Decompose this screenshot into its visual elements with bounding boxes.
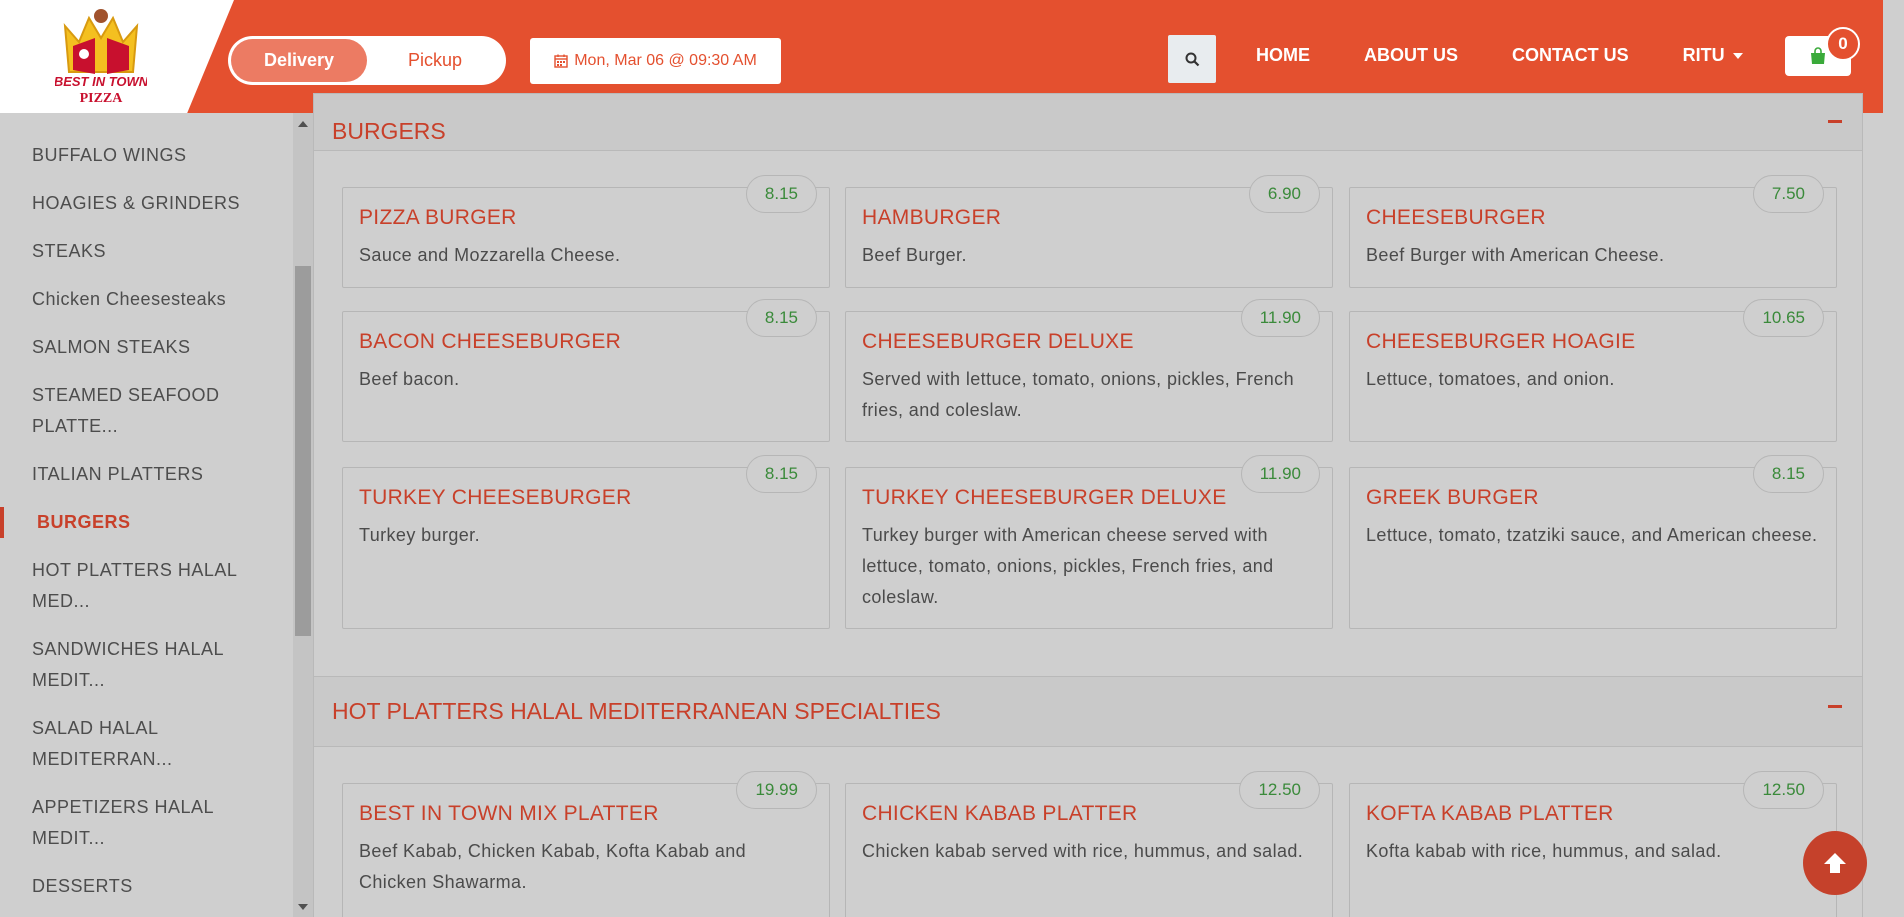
sidebar-item-hoagies-grinders[interactable]: HOAGIES & GRINDERS <box>0 188 265 219</box>
search-button[interactable] <box>1168 35 1216 83</box>
item-name: TURKEY CHEESEBURGER <box>359 486 632 509</box>
item-description: Turkey burger with American cheese serve… <box>862 525 1274 607</box>
schedule-datetime-button[interactable]: Mon, Mar 06 @ 09:30 AM <box>530 38 781 84</box>
item-name: PIZZA BURGER <box>359 206 517 229</box>
user-name: RITU <box>1682 44 1725 65</box>
sidebar-item-buffalo-wings[interactable]: BUFFALO WINGS <box>0 140 265 171</box>
price-badge: 6.90 <box>1248 175 1320 213</box>
sidebar-item-burgers[interactable]: BURGERS <box>0 507 265 538</box>
nav-about-us[interactable]: ABOUT US <box>1337 45 1485 66</box>
sidebar-item-italian-platters[interactable]: ITALIAN PLATTERS <box>0 459 265 490</box>
menu-item-card[interactable]: 8.15 TURKEY CHEESEBURGER Turkey burger. <box>342 455 830 629</box>
sidebar-item-steamed-seafood[interactable]: STEAMED SEAFOOD PLATTE... <box>0 380 265 442</box>
item-description: Beef Burger. <box>862 245 967 265</box>
item-name: CHICKEN KABAB PLATTER <box>862 802 1138 825</box>
item-name: HAMBURGER <box>862 206 1002 229</box>
item-description: Served with lettuce, tomato, onions, pic… <box>862 369 1294 420</box>
sidebar-item-chicken-cheesesteaks[interactable]: Chicken Cheesesteaks <box>0 284 265 315</box>
back-to-top-button[interactable] <box>1803 831 1867 895</box>
svg-text:BEST IN TOWN: BEST IN TOWN <box>55 74 147 89</box>
menu-item-card[interactable]: 8.15 GREEK BURGER Lettuce, tomato, tzatz… <box>1349 455 1837 629</box>
collapse-icon[interactable] <box>1828 120 1842 123</box>
item-description: Beef Burger with American Cheese. <box>1366 245 1665 265</box>
menu-content: BURGERS 8.15 PIZZA BURGER Sauce and Mozz… <box>313 93 1863 917</box>
price-badge: 8.15 <box>1752 455 1824 493</box>
price-badge: 11.90 <box>1240 455 1320 493</box>
category-list: BUFFALO WINGS HOAGIES & GRINDERS STEAKS … <box>0 113 293 917</box>
shopping-bag-icon <box>1811 47 1825 64</box>
price-badge: 10.65 <box>1743 299 1824 337</box>
sidebar-item-sandwiches[interactable]: SANDWICHES HALAL MEDIT... <box>0 634 265 696</box>
item-name: KOFTA KABAB PLATTER <box>1366 802 1614 825</box>
price-badge: 11.90 <box>1240 299 1320 337</box>
svg-text:PIZZA: PIZZA <box>80 91 124 106</box>
scroll-down-arrow-icon[interactable] <box>298 904 308 910</box>
sidebar-item-steaks[interactable]: STEAKS <box>0 236 265 267</box>
item-name: CHEESEBURGER HOAGIE <box>1366 330 1636 353</box>
item-description: Lettuce, tomato, tzatziki sauce, and Ame… <box>1366 525 1818 545</box>
sidebar-item-appetizers[interactable]: APPETIZERS HALAL MEDIT... <box>0 792 265 854</box>
menu-item-card[interactable]: 11.90 TURKEY CHEESEBURGER DELUXE Turkey … <box>845 455 1333 629</box>
price-badge: 8.15 <box>745 455 817 493</box>
cart-count-badge: 0 <box>1826 27 1860 61</box>
section-title: BURGERS <box>332 117 446 144</box>
price-badge: 7.50 <box>1752 175 1824 213</box>
menu-item-card[interactable]: 12.50 KOFTA KABAB PLATTER Kofta kabab wi… <box>1349 771 1837 917</box>
sidebar-item-hot-platters[interactable]: HOT PLATTERS HALAL MED... <box>0 555 265 617</box>
menu-item-card[interactable]: 10.65 CHEESEBURGER HOAGIE Lettuce, tomat… <box>1349 299 1837 442</box>
menu-item-card[interactable]: 19.99 BEST IN TOWN MIX PLATTER Beef Kaba… <box>342 771 830 917</box>
sidebar-item-salmon-steaks[interactable]: SALMON STEAKS <box>0 332 265 363</box>
item-description: Beef Kabab, Chicken Kabab, Kofta Kabab a… <box>359 841 747 892</box>
caret-down-icon <box>1732 52 1743 59</box>
menu-item-card[interactable]: 7.50 CHEESEBURGER Beef Burger with Ameri… <box>1349 175 1837 288</box>
price-badge: 8.15 <box>745 175 817 213</box>
scroll-up-arrow-icon[interactable] <box>298 121 308 127</box>
item-description: Sauce and Mozzarella Cheese. <box>359 245 621 265</box>
item-description: Kofta kabab with rice, hummus, and salad… <box>1366 841 1722 861</box>
menu-item-card[interactable]: 8.15 BACON CHEESEBURGER Beef bacon. <box>342 299 830 442</box>
category-sidebar: BUFFALO WINGS HOAGIES & GRINDERS STEAKS … <box>0 113 293 917</box>
logo-area: BEST IN TOWN PIZZA <box>0 0 234 113</box>
price-badge: 8.15 <box>745 299 817 337</box>
sidebar-item-desserts[interactable]: DESSERTS <box>0 871 265 902</box>
collapse-icon[interactable] <box>1828 705 1842 708</box>
item-name: CHEESEBURGER <box>1366 206 1546 229</box>
item-name: BACON CHEESEBURGER <box>359 330 622 353</box>
menu-item-card[interactable]: 11.90 CHEESEBURGER DELUXE Served with le… <box>845 299 1333 442</box>
sidebar-scroll-thumb[interactable] <box>295 266 311 636</box>
section-title: HOT PLATTERS HALAL MEDITERRANEAN SPECIAL… <box>332 698 941 724</box>
arrow-up-icon <box>1824 853 1846 873</box>
item-description: Beef bacon. <box>359 369 460 389</box>
price-badge: 12.50 <box>1239 771 1320 809</box>
menu-item-card[interactable]: 6.90 HAMBURGER Beef Burger. <box>845 175 1333 288</box>
nav-contact-us[interactable]: CONTACT US <box>1485 45 1656 66</box>
item-name: BEST IN TOWN MIX PLATTER <box>359 802 659 825</box>
section-header-burgers[interactable]: BURGERS <box>313 93 1863 151</box>
calendar-icon <box>554 54 568 68</box>
price-badge: 12.50 <box>1743 771 1824 809</box>
schedule-label: Mon, Mar 06 @ 09:30 AM <box>574 52 757 69</box>
order-mode-toggle: Delivery Pickup <box>228 36 506 85</box>
nav-home[interactable]: HOME <box>1256 45 1337 66</box>
delivery-button[interactable]: Delivery <box>231 39 367 82</box>
menu-item-card[interactable]: 12.50 CHICKEN KABAB PLATTER Chicken kaba… <box>845 771 1333 917</box>
item-name: CHEESEBURGER DELUXE <box>862 330 1134 353</box>
sidebar-item-salad[interactable]: SALAD HALAL MEDITERRAN... <box>0 713 265 775</box>
item-description: Lettuce, tomatoes, and onion. <box>1366 369 1615 389</box>
section-body-burgers: 8.15 PIZZA BURGER Sauce and Mozzarella C… <box>313 151 1863 709</box>
item-name: GREEK BURGER <box>1366 486 1539 509</box>
item-description: Chicken kabab served with rice, hummus, … <box>862 841 1304 861</box>
section-body-hot-platters: 19.99 BEST IN TOWN MIX PLATTER Beef Kaba… <box>313 747 1863 917</box>
price-badge: 19.99 <box>736 771 817 809</box>
menu-item-card[interactable]: 8.15 PIZZA BURGER Sauce and Mozzarella C… <box>342 175 830 288</box>
section-header-hot-platters[interactable]: HOT PLATTERS HALAL MEDITERRANEAN SPECIAL… <box>313 676 1863 747</box>
search-icon <box>1185 52 1199 66</box>
item-description: Turkey burger. <box>359 525 480 545</box>
pickup-button[interactable]: Pickup <box>367 39 503 82</box>
user-menu[interactable]: RITU <box>1656 45 1770 66</box>
item-name: TURKEY CHEESEBURGER DELUXE <box>862 486 1227 509</box>
brand-logo[interactable]: BEST IN TOWN PIZZA <box>55 8 147 106</box>
